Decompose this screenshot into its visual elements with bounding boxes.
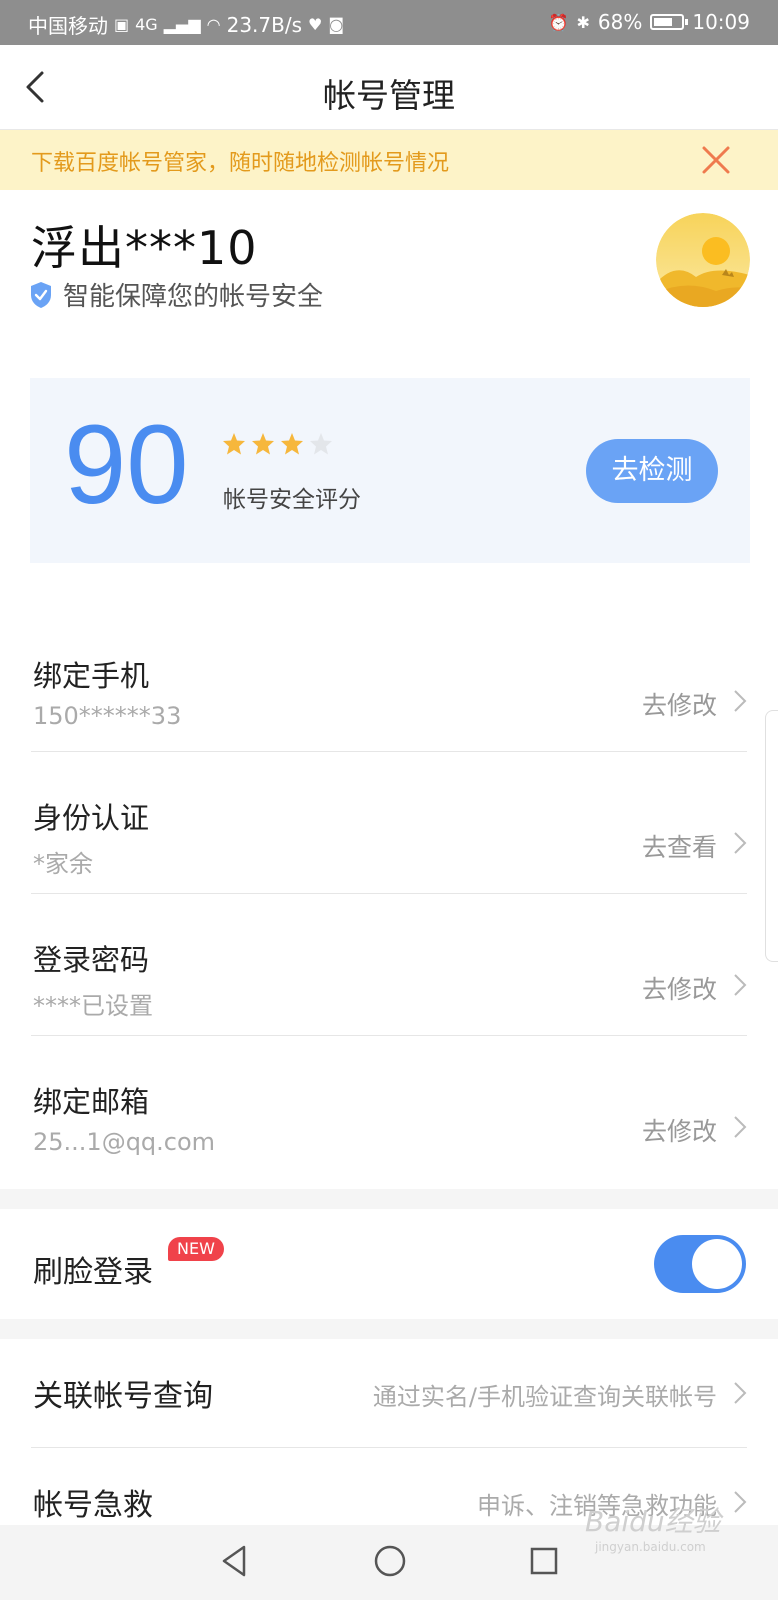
- watermark-text: Baidu经验: [585, 1505, 721, 1538]
- row-action[interactable]: 去修改: [642, 970, 717, 1006]
- chevron-right-icon: [734, 832, 747, 854]
- page-title: 帐号管理: [323, 76, 455, 115]
- status-right: ⏰ ✱ 68% 10:09: [549, 10, 750, 34]
- username: 浮出***10: [31, 221, 258, 275]
- section-gap: [0, 1189, 778, 1209]
- nav-recents-icon[interactable]: [528, 1543, 560, 1579]
- face-login-toggle[interactable]: [654, 1235, 746, 1293]
- row-action[interactable]: 去修改: [642, 1112, 717, 1148]
- toggle-knob: [692, 1239, 742, 1289]
- star-filled-icon: [252, 433, 274, 455]
- bluetooth-icon: ✱: [576, 12, 590, 32]
- row-title: 登录密码: [33, 943, 150, 977]
- new-badge: NEW: [168, 1237, 224, 1261]
- star-filled-icon: [223, 433, 245, 455]
- settings-row-phone[interactable]: 绑定手机 150******33 去修改: [31, 610, 747, 752]
- settings-row-password[interactable]: 登录密码 ****已设置 去修改: [31, 894, 747, 1036]
- network-type: 4G: [135, 15, 158, 34]
- alarm-icon: ⏰: [548, 12, 569, 32]
- chevron-right-icon: [734, 1491, 747, 1513]
- scroll-indicator[interactable]: [765, 710, 778, 962]
- row-title: 绑定邮箱: [33, 1085, 150, 1119]
- account-settings-list: 绑定手机 150******33 去修改 身份认证 *家余 去查看 登录密码 *…: [0, 610, 778, 1177]
- wifi-icon: ◠: [206, 15, 221, 34]
- chevron-right-icon: [734, 974, 747, 996]
- battery-fill: [654, 18, 673, 26]
- row-value: 150******33: [33, 702, 182, 730]
- check-button[interactable]: 去检测: [586, 439, 718, 503]
- security-score: 90: [64, 402, 189, 527]
- heart-icon: ♥: [308, 15, 323, 34]
- rating-stars: [222, 432, 333, 456]
- row-title: 绑定手机: [33, 659, 150, 693]
- row-value: ****已设置: [33, 992, 153, 1020]
- status-bar: 中国移动 ▣ 4G ▂▄▆ ◠ 23.7B/s ♥ ◙ ⏰ ✱ 68% 10:0…: [0, 0, 778, 45]
- row-title: 身份认证: [33, 801, 150, 835]
- download-banner[interactable]: 下载百度帐号管家，随时随地检测帐号情况: [0, 130, 778, 190]
- related-title: 关联帐号查询: [33, 1379, 213, 1414]
- score-label: 帐号安全评分: [223, 487, 361, 513]
- chevron-right-icon: [734, 690, 747, 712]
- secure-line: 智能保障您的帐号安全: [29, 276, 323, 313]
- row-action[interactable]: 去查看: [642, 828, 717, 864]
- nav-bar: 帐号管理: [0, 45, 778, 130]
- star-filled-icon: [281, 433, 303, 455]
- shield-check-icon: [31, 281, 51, 308]
- avatar[interactable]: [656, 213, 750, 307]
- face-login-title: 刷脸登录: [33, 1255, 153, 1290]
- secure-text: 智能保障您的帐号安全: [63, 282, 324, 312]
- chevron-right-icon: [734, 1116, 747, 1138]
- app-notification-icon: ◙: [328, 15, 344, 34]
- security-score-card: 90 帐号安全评分 去检测: [30, 378, 750, 563]
- status-left: 中国移动 ▣ 4G ▂▄▆ ◠ 23.7B/s ♥ ◙: [28, 10, 344, 39]
- clock: 10:09: [692, 10, 750, 34]
- nav-home-icon[interactable]: [373, 1543, 407, 1579]
- section-gap: [0, 1319, 778, 1339]
- banner-text[interactable]: 下载百度帐号管家，随时随地检测帐号情况: [31, 145, 449, 177]
- hd-icon: ▣: [114, 15, 130, 34]
- signal-icon: ▂▄▆: [163, 15, 201, 34]
- star-empty-icon: [310, 433, 332, 455]
- row-value: 25...1@qq.com: [33, 1128, 216, 1156]
- row-value: *家余: [33, 850, 93, 878]
- row-action[interactable]: 去修改: [642, 686, 717, 722]
- related-accounts-row[interactable]: 关联帐号查询 通过实名/手机验证查询关联帐号: [31, 1339, 747, 1447]
- close-icon[interactable]: [700, 144, 732, 176]
- rescue-title: 帐号急救: [33, 1488, 153, 1523]
- nav-back-icon[interactable]: [218, 1543, 250, 1579]
- battery-percent: 68%: [597, 10, 643, 34]
- settings-row-email[interactable]: 绑定邮箱 25...1@qq.com 去修改: [31, 1036, 747, 1177]
- face-login-row: 刷脸登录 NEW: [0, 1209, 778, 1319]
- chevron-right-icon: [734, 1382, 747, 1404]
- watermark: Baidu经验 jingyan.baidu.com: [585, 1500, 721, 1554]
- watermark-sub: jingyan.baidu.com: [595, 1540, 706, 1554]
- settings-row-identity[interactable]: 身份认证 *家余 去查看: [31, 752, 747, 894]
- network-speed: 23.7B/s: [226, 12, 303, 37]
- battery-icon: [650, 14, 689, 30]
- carrier-label: 中国移动: [28, 14, 108, 38]
- related-desc: 通过实名/手机验证查询关联帐号: [372, 1383, 717, 1411]
